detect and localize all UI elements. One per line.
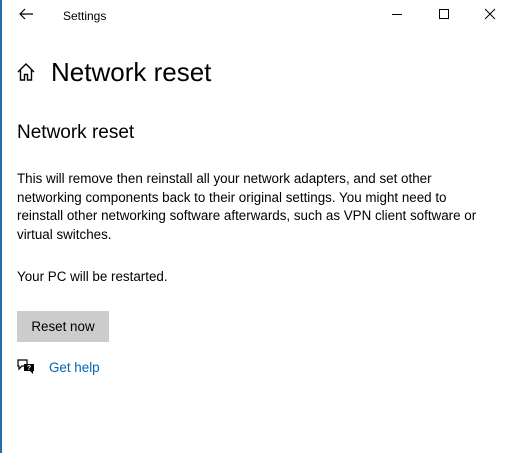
- close-button[interactable]: [467, 0, 512, 32]
- chat-help-icon: ?: [16, 357, 36, 377]
- window-frame-edge: [0, 0, 2, 453]
- restart-note: Your PC will be restarted.: [17, 269, 168, 284]
- back-arrow-icon: [18, 6, 34, 27]
- title-bar: Settings: [2, 0, 512, 33]
- get-help-row[interactable]: ? Get help: [16, 357, 100, 377]
- page-title: Network reset: [51, 57, 212, 87]
- maximize-icon: [438, 7, 450, 25]
- minimize-icon: [391, 7, 403, 25]
- window-title: Settings: [63, 9, 107, 23]
- svg-text:?: ?: [27, 365, 31, 372]
- maximize-button[interactable]: [421, 0, 467, 32]
- description-text: This will remove then reinstall all your…: [17, 171, 477, 242]
- back-button[interactable]: [10, 4, 42, 28]
- get-help-link[interactable]: Get help: [49, 360, 100, 375]
- close-icon: [484, 7, 496, 25]
- page-header: Network reset: [14, 54, 211, 90]
- home-icon[interactable]: [14, 60, 38, 84]
- minimize-button[interactable]: [374, 0, 420, 32]
- reset-now-button[interactable]: Reset now: [17, 311, 109, 342]
- section-title: Network reset: [17, 122, 135, 143]
